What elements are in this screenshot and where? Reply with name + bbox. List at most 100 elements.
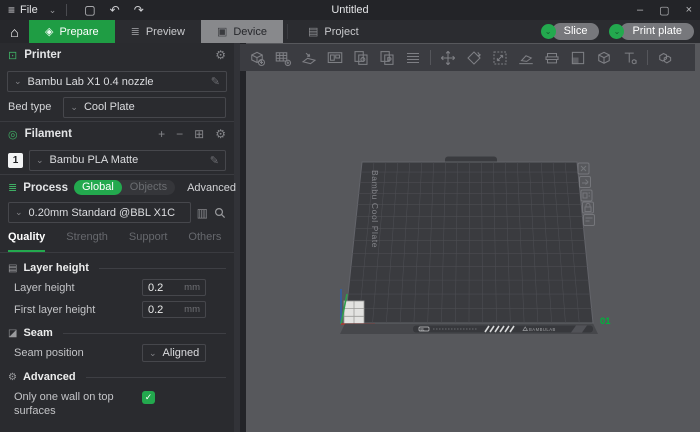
tab-support[interactable]: Support bbox=[129, 231, 168, 252]
scope-global-pill[interactable]: Global bbox=[73, 180, 122, 195]
scale-icon[interactable] bbox=[491, 49, 509, 67]
search-icon[interactable] bbox=[214, 207, 226, 219]
only-one-wall-checkbox[interactable]: ✓ bbox=[142, 391, 155, 404]
group-rule bbox=[85, 376, 226, 378]
variable-layer-height-icon[interactable] bbox=[404, 49, 422, 67]
redo-icon[interactable]: ↷ bbox=[134, 3, 144, 17]
toolbar-divider bbox=[647, 50, 648, 65]
filament-section-title: Filament bbox=[24, 128, 72, 140]
tab-device[interactable]: ▣ Device bbox=[200, 20, 283, 43]
plate-arrange-icon[interactable] bbox=[580, 189, 593, 202]
plate-origin-marker bbox=[343, 300, 365, 325]
layer-height-label: Layer height bbox=[14, 281, 75, 294]
move-icon[interactable] bbox=[439, 49, 457, 67]
plate-lock-icon[interactable] bbox=[582, 201, 594, 214]
plate-type-label: Bambu Cool Plate bbox=[370, 170, 380, 248]
minimize-icon[interactable]: – bbox=[637, 4, 643, 17]
tab-prepare[interactable]: ◈ Prepare bbox=[29, 20, 115, 43]
undo-icon[interactable]: ↶ bbox=[110, 3, 120, 17]
brand-label: BAMBULAB bbox=[529, 327, 556, 332]
save-preset-icon[interactable]: ▥ bbox=[197, 206, 208, 220]
maximize-icon[interactable]: ▢ bbox=[659, 4, 669, 17]
printer-model-select[interactable]: ⌄ Bambu Lab X1 0.4 nozzle ✎ bbox=[7, 71, 227, 92]
edit-filament-icon[interactable]: ✎ bbox=[210, 154, 219, 167]
process-preset-select[interactable]: ⌄ 0.20mm Standard @BBL X1C bbox=[8, 202, 191, 223]
plate-delete-icon[interactable] bbox=[577, 162, 590, 175]
advanced-toggle-label: Advanced bbox=[187, 181, 237, 194]
split-objects-icon[interactable] bbox=[352, 49, 370, 67]
printer-section-title: Printer bbox=[24, 49, 62, 61]
seam-position-select[interactable]: ⌄ Aligned bbox=[142, 344, 206, 362]
auto-orient-icon[interactable] bbox=[300, 49, 318, 67]
tab-device-label: Device bbox=[233, 25, 267, 38]
lay-on-face-icon[interactable] bbox=[517, 49, 535, 67]
arrange-icon[interactable] bbox=[326, 49, 344, 67]
group-rule bbox=[62, 332, 226, 334]
tab-home[interactable]: ⌂ bbox=[0, 20, 29, 43]
plate-number-label[interactable]: 01 bbox=[600, 316, 611, 327]
scope-objects-pill[interactable]: Objects bbox=[122, 180, 175, 195]
process-scope-switch[interactable]: Global Objects bbox=[73, 180, 176, 195]
tab-others[interactable]: Others bbox=[188, 231, 221, 252]
flush-volumes-icon[interactable]: ⊞ bbox=[194, 127, 204, 141]
prepare-icon: ◈ bbox=[45, 26, 54, 38]
window-title: Untitled bbox=[331, 4, 369, 16]
tab-strength[interactable]: Strength bbox=[66, 231, 108, 252]
chevron-down-icon: ⌄ bbox=[15, 207, 23, 217]
process-section-title: Process bbox=[23, 181, 68, 194]
add-model-icon[interactable] bbox=[248, 49, 266, 67]
chevron-down-icon: ⌄ bbox=[48, 4, 57, 15]
tab-project[interactable]: ▤ Project bbox=[292, 20, 375, 43]
text-tool-icon[interactable] bbox=[621, 49, 639, 67]
cut-icon[interactable] bbox=[543, 49, 561, 67]
chevron-down-icon: ⌄ bbox=[149, 347, 157, 358]
mesh-boolean-icon[interactable] bbox=[569, 49, 587, 67]
seam-position-label: Seam position bbox=[14, 347, 84, 359]
chevron-down-icon: ⌄ bbox=[36, 154, 44, 165]
seam-position-row: Seam position ⌄ Aligned bbox=[0, 344, 234, 362]
first-layer-height-value: 0.2 bbox=[148, 303, 164, 316]
tab-preview[interactable]: ≣ Preview bbox=[115, 20, 201, 43]
printer-settings-gear-icon[interactable]: ⚙ bbox=[215, 48, 226, 62]
add-plate-icon[interactable] bbox=[274, 49, 292, 67]
filament-select[interactable]: ⌄ Bambu PLA Matte ✎ bbox=[29, 149, 226, 171]
new-project-icon[interactable]: ▢ bbox=[84, 3, 95, 17]
assembly-view-icon[interactable] bbox=[656, 49, 674, 67]
layer-height-input[interactable]: 0.2 mm bbox=[142, 279, 206, 296]
close-icon[interactable]: × bbox=[686, 4, 692, 17]
build-plate[interactable]: Bambu Cool Plate BL BAMBULAB 01 bbox=[335, 148, 635, 348]
project-icon: ▤ bbox=[307, 26, 319, 38]
printer-section-header: ⊡ Printer ⚙ bbox=[0, 43, 234, 67]
plate-settings-icon[interactable] bbox=[583, 214, 595, 226]
process-icon: ≣ bbox=[8, 182, 18, 194]
split-parts-icon[interactable] bbox=[378, 49, 396, 67]
slice-label: Slice bbox=[551, 23, 600, 40]
first-layer-height-input[interactable]: 0.2 mm bbox=[142, 301, 206, 318]
remove-filament-icon[interactable]: − bbox=[176, 127, 183, 141]
filament-settings-gear-icon[interactable]: ⚙ bbox=[215, 127, 226, 141]
layer-height-group-title: Layer height bbox=[23, 262, 89, 274]
viewport-3d[interactable]: Bambu Cool Plate BL BAMBULAB 01 bbox=[240, 43, 700, 432]
advanced-gear-icon: ⚙ bbox=[8, 371, 17, 383]
filament-material-value: Bambu PLA Matte bbox=[49, 154, 139, 166]
slice-dropdown-icon[interactable]: ⌄ bbox=[540, 24, 556, 39]
tab-prepare-label: Prepare bbox=[59, 25, 99, 38]
first-layer-height-unit: mm bbox=[184, 304, 200, 315]
bed-type-select[interactable]: ⌄ Cool Plate bbox=[63, 96, 226, 118]
hamburger-icon: ≡ bbox=[8, 3, 16, 17]
edit-printer-icon[interactable]: ✎ bbox=[211, 75, 220, 88]
filament-section-header: ◎ Filament + − ⊞ ⚙ bbox=[0, 122, 234, 146]
add-filament-icon[interactable]: + bbox=[158, 127, 165, 141]
rotate-icon[interactable] bbox=[465, 49, 483, 67]
primitive-cube-icon[interactable] bbox=[595, 49, 613, 67]
print-plate-button[interactable]: ⌄ Print plate bbox=[609, 23, 694, 40]
process-section-header: ≣ Process Global Objects Advanced ▤ ❖ bbox=[0, 175, 282, 200]
filament-slot-badge[interactable]: 1 bbox=[8, 152, 23, 168]
layer-height-row: Layer height 0.2 mm bbox=[0, 279, 234, 296]
printer-model-value: Bambu Lab X1 0.4 nozzle bbox=[27, 75, 154, 88]
tab-quality[interactable]: Quality bbox=[8, 231, 46, 252]
bed-type-label: Bed type bbox=[8, 101, 52, 113]
file-menu[interactable]: ≡ File ⌄ bbox=[8, 3, 56, 17]
plate-orient-icon[interactable] bbox=[579, 176, 591, 188]
slice-button[interactable]: ⌄ Slice bbox=[540, 23, 600, 40]
